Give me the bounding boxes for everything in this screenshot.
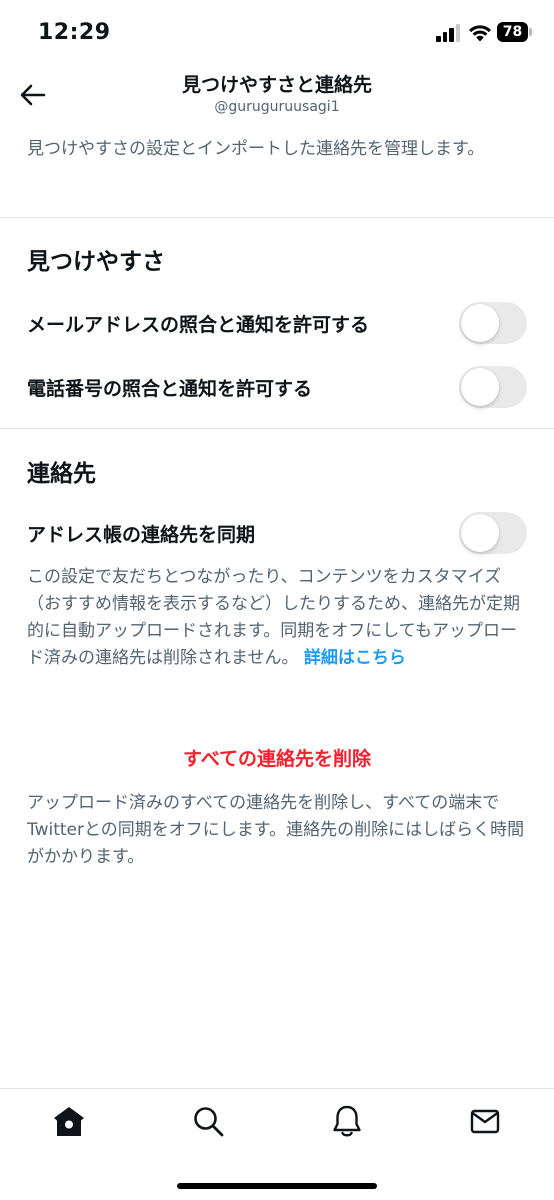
delete-description: アップロード済みのすべての連絡先を削除し、すべての端末でTwitterとの同期を… [27, 793, 525, 867]
phone-matching-toggle[interactable] [459, 366, 527, 408]
home-icon [54, 1107, 84, 1136]
mail-icon [470, 1109, 500, 1134]
email-matching-label: メールアドレスの照合と通知を許可する [27, 314, 370, 336]
nav-header: 見つけやすさと連絡先 @guruguruusagi1 [0, 62, 554, 132]
tab-notifications[interactable] [329, 1103, 365, 1139]
status-bar: 12:29 78 [0, 0, 554, 62]
screen: 12:29 78 見つけやすさと連絡先 @guruguruusagi1 見つけや… [0, 0, 554, 1200]
contact-sync-label: アドレス帳の連絡先を同期 [27, 524, 256, 546]
section-title-contacts: 連絡先 [27, 461, 96, 487]
learn-more-link[interactable]: 詳細はこちら [304, 648, 406, 668]
battery-level: 78 [497, 22, 528, 42]
phone-matching-label: 電話番号の照合と通知を許可する [27, 378, 313, 400]
section-divider [0, 217, 554, 218]
battery-icon: 78 [497, 22, 533, 42]
search-icon [194, 1107, 224, 1137]
bell-icon [333, 1105, 361, 1137]
section-title-discoverability: 見つけやすさ [27, 249, 165, 275]
account-username: @guruguruusagi1 [214, 99, 340, 115]
tab-home[interactable] [51, 1103, 87, 1139]
cellular-signal-icon [436, 24, 462, 42]
tab-search[interactable] [190, 1103, 226, 1139]
sync-description-text: この設定で友だちとつながったり、コンテンツをカスタマイズ（おすすめ情報を表示する… [27, 567, 520, 668]
page-title: 見つけやすさと連絡先 [181, 74, 372, 96]
intro-text: 見つけやすさの設定とインポートした連絡先を管理します。 [27, 139, 485, 159]
email-matching-toggle[interactable] [459, 302, 527, 344]
delete-all-contacts-button[interactable]: すべての連絡先を削除 [0, 744, 554, 771]
contact-sync-description: この設定で友だちとつながったり、コンテンツをカスタマイズ（おすすめ情報を表示する… [27, 564, 525, 672]
tab-messages[interactable] [467, 1103, 503, 1139]
status-time: 12:29 [38, 20, 111, 45]
section-divider [0, 428, 554, 429]
contact-sync-toggle[interactable] [459, 512, 527, 554]
wifi-icon [468, 22, 492, 46]
home-indicator [177, 1183, 377, 1189]
